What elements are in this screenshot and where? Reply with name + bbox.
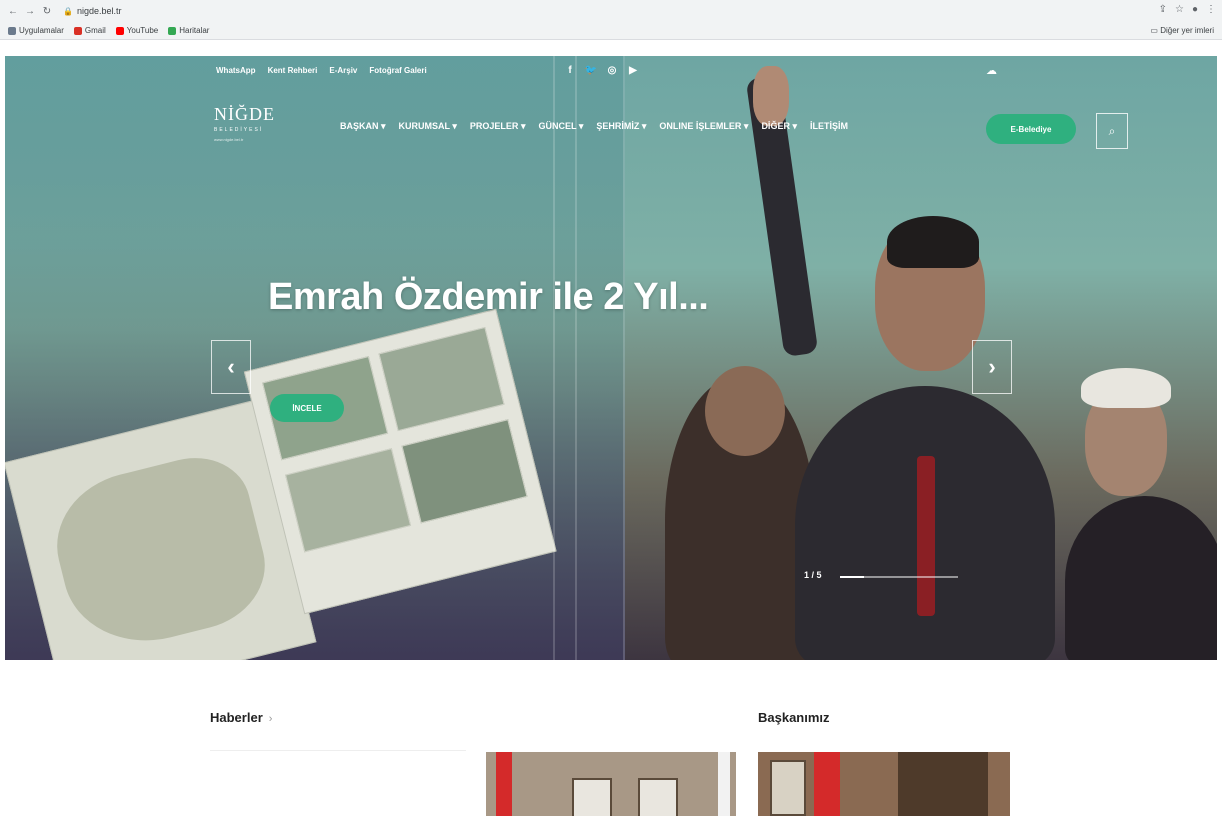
nav-item-kurumsal[interactable]: KURUMSAL ▾	[399, 121, 457, 132]
search-button[interactable]: ⌕	[1096, 113, 1128, 149]
instagram-icon[interactable]: ◎	[606, 64, 618, 76]
chevron-right-icon: ›	[268, 713, 273, 725]
lock-icon: 🔒	[63, 6, 73, 16]
profile-icon[interactable]: ●	[1192, 4, 1198, 15]
slide-counter: 1 / 5	[804, 570, 822, 580]
bookmark-youtube[interactable]: YouTube	[115, 26, 158, 35]
main-nav: BAŞKAN ▾ KURUMSAL ▾ PROJELER ▾ GÜNCEL ▾ …	[340, 121, 848, 132]
menu-icon[interactable]: ⋮	[1206, 4, 1216, 15]
president-section-title: Başkanımız	[758, 710, 830, 725]
nav-item-guncel[interactable]: GÜNCEL ▾	[538, 121, 583, 132]
slide-title: Emrah Özdemir ile 2 Yıl...	[268, 276, 709, 318]
folder-icon: ▭	[1150, 26, 1161, 35]
news-photo[interactable]	[486, 752, 736, 816]
forward-icon[interactable]: →	[23, 4, 37, 18]
person-left-head	[705, 366, 785, 456]
wood-panel	[898, 752, 988, 816]
incele-button[interactable]: İNCELE	[270, 394, 344, 422]
person-center-hair	[887, 216, 979, 268]
address-bar[interactable]: 🔒 nigde.bel.tr	[63, 4, 122, 18]
hero-divider	[623, 56, 625, 660]
news-card[interactable]	[210, 750, 466, 816]
slide-progress-fill	[840, 576, 864, 578]
bookmarks-bar: Uygulamalar Gmail YouTube Haritalar ▭ Di…	[0, 22, 1222, 40]
person-right-body	[1065, 496, 1217, 660]
weather-icon: ☁	[986, 65, 997, 77]
person-right-cap	[1081, 368, 1171, 408]
star-icon[interactable]: ☆	[1175, 4, 1184, 15]
reload-icon[interactable]: ↻	[40, 4, 54, 18]
nav-item-iletisim[interactable]: İLETİŞİM	[810, 121, 848, 132]
share-icon[interactable]: ⇪	[1159, 4, 1167, 15]
logo-subtitle: BELEDİYESİ	[214, 127, 264, 133]
hero-photo	[625, 56, 1217, 660]
browser-actions: ⇪ ☆ ● ⋮	[1159, 4, 1216, 15]
nav-item-diger[interactable]: DİĞER ▾	[761, 121, 797, 132]
president-photo[interactable]	[758, 752, 1010, 816]
other-bookmarks[interactable]: ▭ Diğer yer imleri	[1150, 26, 1214, 35]
twitter-icon[interactable]: 🐦	[585, 64, 597, 76]
red-tie	[917, 456, 935, 616]
chevron-right-icon: ›	[988, 354, 996, 379]
bookmark-apps[interactable]: Uygulamalar	[8, 26, 64, 35]
logo-tagline: www.nigde.bel.tr	[214, 137, 244, 142]
top-link-photo-gallery[interactable]: Fotoğraf Galeri	[369, 66, 426, 75]
hero-slider	[5, 56, 1217, 660]
site-logo[interactable]: NİĞDE BELEDİYESİ www.nigde.bel.tr	[214, 104, 286, 160]
bookmark-maps[interactable]: Haritalar	[168, 26, 209, 35]
browser-toolbar: ← → ↻ 🔒 nigde.bel.tr ⇪ ☆ ● ⋮	[0, 0, 1222, 22]
top-link-city-guide[interactable]: Kent Rehberi	[268, 66, 318, 75]
next-slide-button[interactable]: ›	[972, 340, 1012, 394]
bookmark-gmail[interactable]: Gmail	[73, 26, 106, 35]
search-icon: ⌕	[1108, 123, 1116, 138]
top-link-whatsapp[interactable]: WhatsApp	[216, 66, 256, 75]
nav-item-baskan[interactable]: BAŞKAN ▾	[340, 121, 386, 132]
flag	[814, 752, 840, 816]
top-link-e-archive[interactable]: E-Arşiv	[329, 66, 357, 75]
maps-icon	[168, 26, 177, 35]
top-links: WhatsApp Kent Rehberi E-Arşiv Fotoğraf G…	[216, 66, 427, 75]
raised-hand	[753, 66, 789, 126]
facebook-icon[interactable]: f	[564, 64, 576, 76]
social-links: f 🐦 ◎ ▶	[564, 64, 639, 76]
prev-slide-button[interactable]: ‹	[211, 340, 251, 394]
hero-divider	[575, 56, 577, 660]
e-belediye-button[interactable]: E-Belediye	[986, 114, 1076, 144]
news-section-title[interactable]: Haberler ›	[210, 710, 272, 725]
portrait-frame	[572, 778, 612, 816]
youtube-icon[interactable]: ▶	[627, 64, 639, 76]
flag	[496, 752, 512, 816]
logo-title: NİĞDE	[214, 104, 275, 124]
hero-divider	[553, 56, 555, 660]
url-text: nigde.bel.tr	[76, 6, 122, 16]
portrait-frame	[770, 760, 806, 816]
flag	[718, 752, 730, 816]
chevron-left-icon: ‹	[227, 354, 235, 379]
slide-progress	[840, 576, 958, 578]
nav-item-projeler[interactable]: PROJELER ▾	[470, 121, 526, 132]
youtube-icon	[115, 26, 124, 35]
nav-item-sehrimiz[interactable]: ŞEHRİMİZ ▾	[596, 121, 646, 132]
portrait-frame	[638, 778, 678, 816]
back-icon[interactable]: ←	[6, 4, 20, 18]
nav-item-online-islemler[interactable]: ONLINE İŞLEMLER ▾	[659, 121, 748, 132]
apps-icon	[8, 26, 16, 35]
gmail-icon	[73, 26, 82, 35]
